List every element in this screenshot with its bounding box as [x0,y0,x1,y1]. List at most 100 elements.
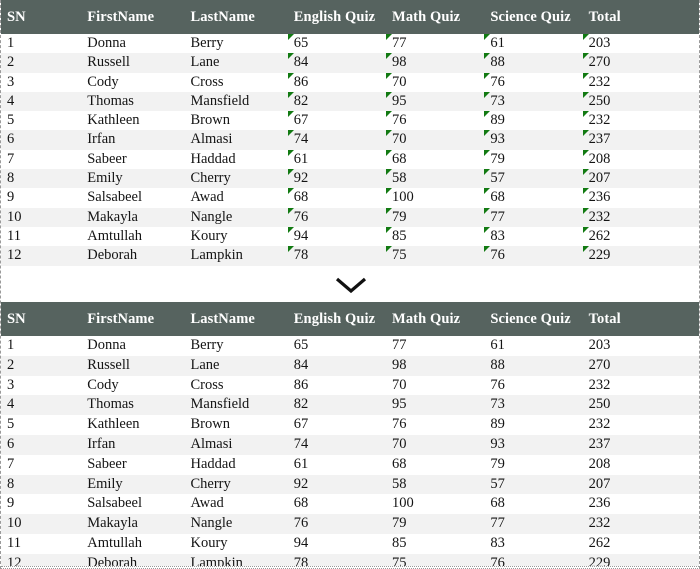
cell-math-quiz[interactable]: 70 [386,130,485,150]
cell-science-quiz[interactable]: 89 [484,415,583,435]
column-header-lastname[interactable]: LastName [184,302,288,336]
cell-total[interactable]: 232 [582,111,699,131]
cell-lastname[interactable]: Cross [184,375,288,396]
cell-english-quiz[interactable]: 67 [287,111,387,131]
table-row[interactable]: 8 Emily Cherry 92 58 57 207 [1,474,699,495]
cell-firstname[interactable]: Emily [81,169,185,189]
cell-sn[interactable]: 10 [1,207,82,227]
cell-english-quiz[interactable]: 94 [287,533,387,554]
cell-sn[interactable]: 12 [1,246,82,266]
cell-total[interactable]: 236 [582,188,699,208]
cell-sn[interactable]: 9 [1,188,82,208]
cell-math-quiz[interactable]: 75 [386,246,485,266]
cell-english-quiz[interactable]: 65 [287,34,387,54]
cell-sn[interactable]: 6 [1,130,82,150]
column-header-english-quiz[interactable]: English Quiz [287,0,387,34]
cell-english-quiz[interactable]: 76 [287,514,387,534]
table-row[interactable]: 9 Salsabeel Awad 68 100 68 236 [1,188,699,208]
cell-total[interactable]: 262 [582,226,699,247]
cell-total[interactable]: 203 [582,336,699,356]
cell-science-quiz[interactable]: 93 [484,434,583,455]
cell-english-quiz[interactable]: 67 [287,415,387,435]
cell-firstname[interactable]: Makayla [81,514,185,534]
table-row[interactable]: 4 Thomas Mansfield 82 95 73 250 [1,395,699,416]
cell-total[interactable]: 236 [582,494,699,515]
cell-lastname[interactable]: Cherry [184,169,288,189]
cell-firstname[interactable]: Amtullah [81,226,185,247]
cell-firstname[interactable]: Russell [81,53,185,73]
table-row[interactable]: 7 Sabeer Haddad 61 68 79 208 [1,454,699,475]
table-row[interactable]: 5 Kathleen Brown 67 76 89 232 [1,415,699,435]
cell-science-quiz[interactable]: 93 [484,130,583,150]
cell-science-quiz[interactable]: 79 [484,454,583,475]
cell-lastname[interactable]: Lane [184,53,288,73]
cell-science-quiz[interactable]: 76 [484,72,583,92]
cell-science-quiz[interactable]: 88 [484,355,583,376]
cell-firstname[interactable]: Cody [81,375,185,396]
cell-sn[interactable]: 6 [1,434,82,455]
column-header-total[interactable]: Total [582,302,699,336]
cell-math-quiz[interactable]: 100 [386,188,485,208]
cell-firstname[interactable]: Cody [81,72,185,92]
cell-english-quiz[interactable]: 74 [287,130,387,150]
cell-english-quiz[interactable]: 76 [287,207,387,227]
cell-math-quiz[interactable]: 85 [386,226,485,247]
cell-math-quiz[interactable]: 95 [386,395,485,416]
cell-sn[interactable]: 3 [1,72,82,92]
table-row[interactable]: 6 Irfan Almasi 74 70 93 237 [1,434,699,455]
cell-english-quiz[interactable]: 84 [287,355,387,376]
cell-science-quiz[interactable]: 77 [484,207,583,227]
cell-english-quiz[interactable]: 82 [287,91,387,112]
cell-english-quiz[interactable]: 78 [287,246,387,266]
cell-science-quiz[interactable]: 76 [484,375,583,396]
cell-total[interactable]: 207 [582,169,699,189]
cell-lastname[interactable]: Berry [184,34,288,54]
column-header-sn[interactable]: SN [1,302,82,336]
cell-english-quiz[interactable]: 82 [287,395,387,416]
cell-lastname[interactable]: Lane [184,355,288,376]
table-row[interactable]: 3 Cody Cross 86 70 76 232 [1,72,699,92]
cell-total[interactable]: 262 [582,533,699,554]
cell-sn[interactable]: 11 [1,226,82,247]
cell-total[interactable]: 232 [582,72,699,92]
cell-math-quiz[interactable]: 77 [386,34,485,54]
cell-science-quiz[interactable]: 79 [484,149,583,170]
table-row[interactable]: 10 Makayla Nangle 76 79 77 232 [1,514,699,534]
cell-lastname[interactable]: Almasi [184,130,288,150]
cell-science-quiz[interactable]: 89 [484,111,583,131]
cell-sn[interactable]: 3 [1,375,82,396]
table-row[interactable]: 5 Kathleen Brown 67 76 89 232 [1,111,699,131]
cell-sn[interactable]: 8 [1,474,82,495]
cell-science-quiz[interactable]: 57 [484,169,583,189]
cell-science-quiz[interactable]: 83 [484,226,583,247]
cell-english-quiz[interactable]: 92 [287,169,387,189]
table-row[interactable]: 1 Donna Berry 65 77 61 203 [1,34,699,54]
column-header-sn[interactable]: SN [1,0,82,34]
cell-lastname[interactable]: Almasi [184,434,288,455]
cell-total[interactable]: 232 [582,415,699,435]
table-row[interactable]: 11 Amtullah Koury 94 85 83 262 [1,533,699,554]
cell-sn[interactable]: 7 [1,454,82,475]
cell-math-quiz[interactable]: 95 [386,91,485,112]
cell-math-quiz[interactable]: 58 [386,169,485,189]
cell-lastname[interactable]: Brown [184,415,288,435]
cell-firstname[interactable]: Sabeer [81,149,185,170]
cell-english-quiz[interactable]: 65 [287,336,387,356]
cell-math-quiz[interactable]: 68 [386,454,485,475]
cell-math-quiz[interactable]: 58 [386,474,485,495]
cell-total[interactable]: 237 [582,434,699,455]
cell-english-quiz[interactable]: 86 [287,375,387,396]
cell-lastname[interactable]: Cherry [184,474,288,495]
cell-math-quiz[interactable]: 70 [386,375,485,396]
cell-lastname[interactable]: Awad [184,494,288,515]
cell-sn[interactable]: 5 [1,111,82,131]
cell-firstname[interactable]: Kathleen [81,415,185,435]
cell-sn[interactable]: 5 [1,415,82,435]
cell-firstname[interactable]: Irfan [81,434,185,455]
column-header-lastname[interactable]: LastName [184,0,288,34]
cell-lastname[interactable]: Berry [184,336,288,356]
column-header-math-quiz[interactable]: Math Quiz [386,0,485,34]
cell-total[interactable]: 270 [582,53,699,73]
cell-total[interactable]: 232 [582,207,699,227]
cell-firstname[interactable]: Amtullah [81,533,185,554]
